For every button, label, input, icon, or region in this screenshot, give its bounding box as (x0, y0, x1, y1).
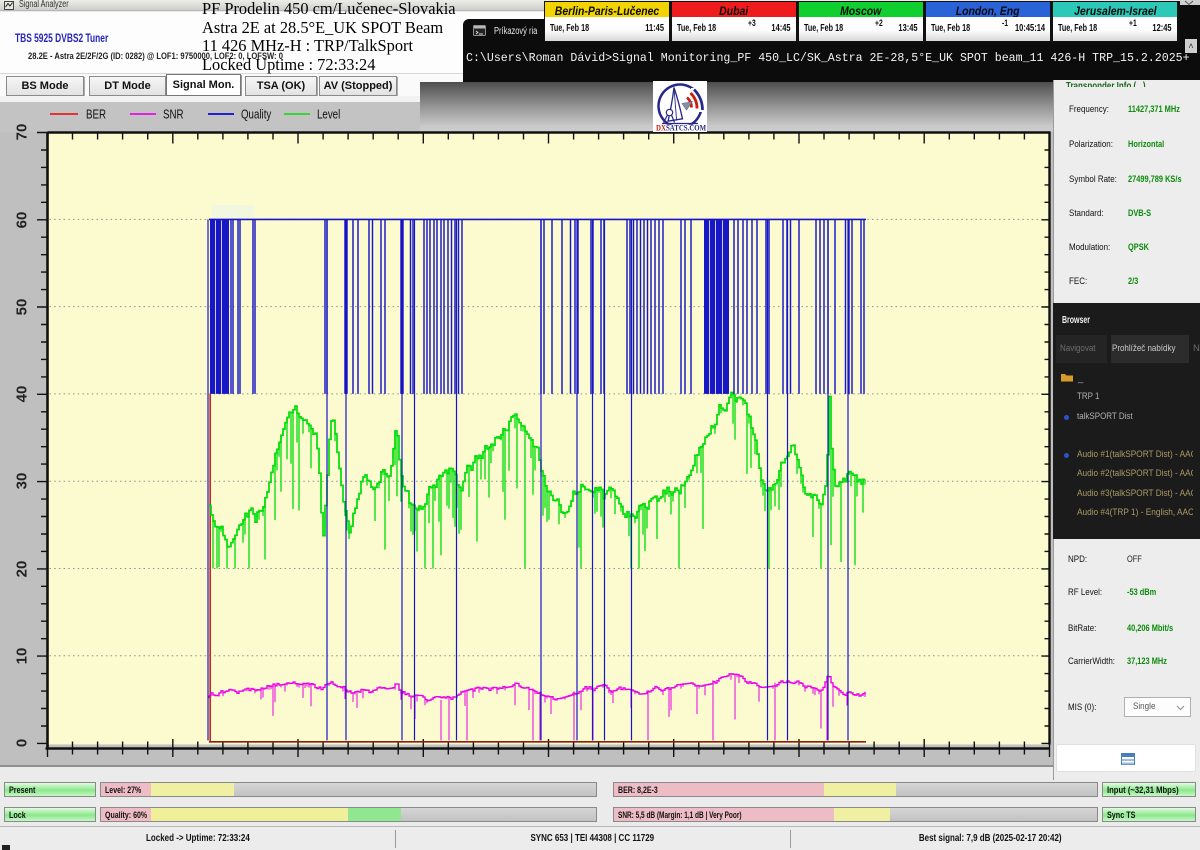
svg-text:70: 70 (14, 124, 31, 141)
svg-text:50: 50 (14, 299, 31, 316)
svg-text:20: 20 (14, 561, 31, 578)
svg-text:0: 0 (14, 739, 31, 747)
svg-text:40: 40 (14, 386, 31, 403)
svg-text:10: 10 (14, 648, 31, 665)
svg-text:60: 60 (14, 212, 31, 229)
svg-text:30: 30 (14, 473, 31, 490)
svg-text:DXSATCS.COM: DXSATCS.COM (656, 123, 707, 132)
